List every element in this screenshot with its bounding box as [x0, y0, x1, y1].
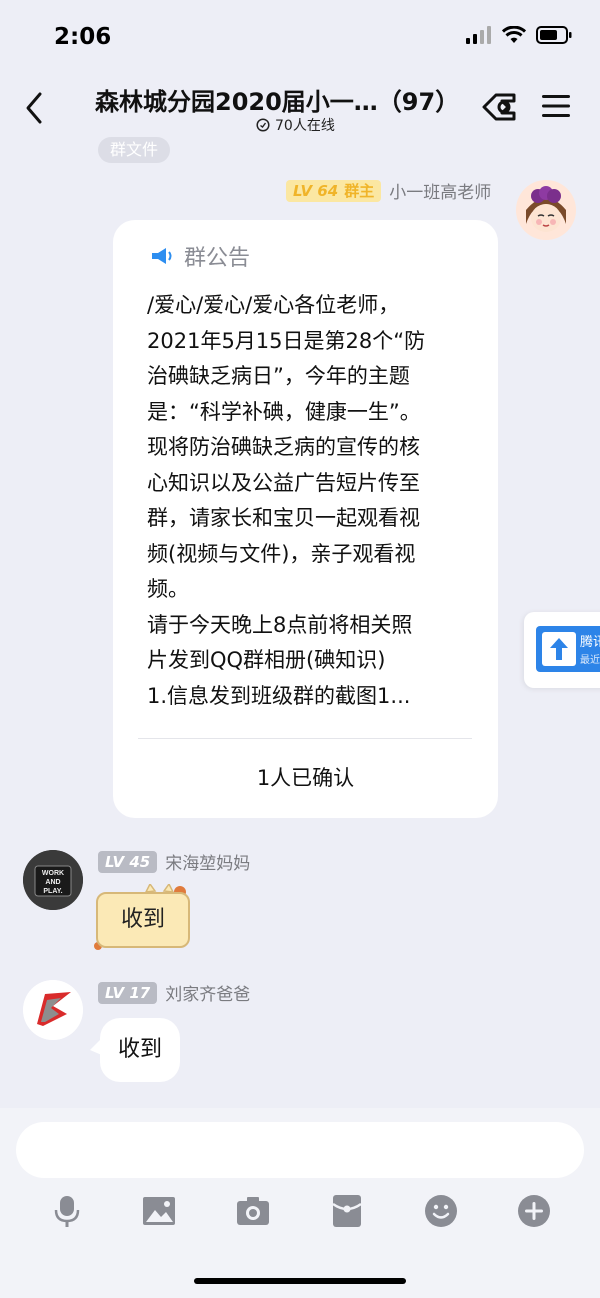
announcement-body: /爱心/爱心/爱心各位老师， 2021年5月15日是第28个“防 治碘缺乏病日”…	[147, 293, 426, 708]
owner-level-badge: LV 64 群主	[286, 179, 382, 202]
chat-title[interactable]: 森林城分园2020届小一…（97）	[95, 82, 475, 117]
message-bubble[interactable]: 收到	[100, 1018, 181, 1082]
message-sender-row: LV 45 宋海堃妈妈	[98, 849, 250, 874]
share-icon	[482, 93, 516, 121]
more-button[interactable]	[517, 1194, 551, 1228]
level-badge: LV 45	[98, 850, 158, 873]
teacher-sender-row: LV 64 群主 小一班高老师	[286, 178, 491, 203]
floating-widget-label-1: 腾讯	[580, 635, 600, 650]
teacher-name[interactable]: 小一班高老师	[389, 178, 491, 203]
announcement-label: 群公告	[184, 246, 251, 271]
sender-avatar[interactable]	[23, 980, 83, 1040]
megaphone-icon	[152, 248, 172, 264]
emoji-button[interactable]	[424, 1194, 458, 1228]
image-button[interactable]	[142, 1194, 176, 1228]
battery-icon	[536, 26, 572, 48]
mic-icon	[54, 1196, 80, 1227]
announcement-header: 群公告	[150, 240, 250, 272]
group-file-chip[interactable]: 群文件	[98, 137, 171, 163]
back-icon	[26, 92, 42, 124]
svg-text:PLAY.: PLAY.	[43, 888, 62, 895]
announcement-confirm-count[interactable]: 1人已确认	[113, 762, 498, 792]
voice-button[interactable]	[50, 1194, 84, 1228]
status-time: 2:06	[54, 24, 112, 50]
camera-icon	[237, 1197, 269, 1225]
floating-widget[interactable]: 腾讯 最近	[524, 612, 600, 688]
message-input[interactable]	[16, 1122, 584, 1178]
sender-name[interactable]: 宋海堃妈妈	[165, 849, 250, 874]
clock-icon	[256, 118, 270, 132]
menu-icon	[542, 95, 570, 117]
signal-icon	[466, 26, 492, 48]
home-indicator	[194, 1278, 406, 1284]
share-button[interactable]	[480, 89, 520, 129]
arrow-up-icon	[542, 632, 576, 666]
online-count[interactable]: 70人在线	[256, 115, 335, 135]
wifi-icon	[501, 25, 527, 48]
status-icons	[466, 25, 572, 48]
floating-widget-label-2: 最近	[580, 655, 600, 666]
message-bubble[interactable]: 收到	[96, 892, 190, 948]
sender-avatar[interactable]: WORK AND PLAY.	[23, 850, 83, 910]
level-badge: LV 17	[98, 981, 158, 1004]
image-icon	[143, 1197, 175, 1225]
red-packet-icon	[332, 1195, 362, 1227]
camera-button[interactable]	[236, 1194, 270, 1228]
red-packet-button[interactable]	[330, 1194, 364, 1228]
announcement-divider	[138, 738, 472, 739]
sender-name[interactable]: 刘家齐爸爸	[165, 980, 250, 1005]
online-label: 70人在线	[275, 118, 335, 134]
teacher-avatar[interactable]	[516, 180, 576, 240]
emoji-icon	[425, 1195, 457, 1227]
svg-text:WORK: WORK	[42, 870, 64, 877]
plus-icon	[518, 1195, 550, 1227]
svg-text:AND: AND	[45, 879, 60, 886]
message-sender-row: LV 17 刘家齐爸爸	[98, 980, 250, 1005]
floating-widget-inner: 腾讯 最近	[536, 626, 600, 672]
menu-button[interactable]	[541, 92, 571, 124]
back-button[interactable]	[20, 88, 50, 128]
